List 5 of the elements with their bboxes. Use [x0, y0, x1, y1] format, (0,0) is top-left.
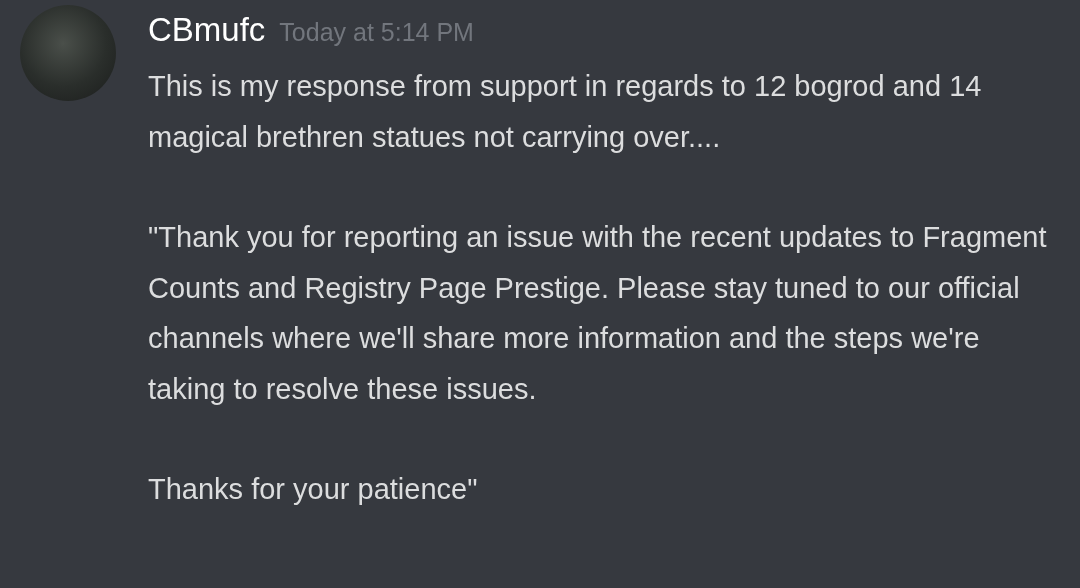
author-name[interactable]: CBmufc: [148, 11, 266, 49]
message-timestamp: Today at 5:14 PM: [279, 18, 474, 47]
message-paragraph: This is my response from support in regards to 12 bogrod and 14 magical brethren statues not carrying over....: [148, 69, 983, 155]
message-paragraph: "Thank you for reporting an issue with the recent updates to Fragment Counts and Registry Page Prestige. Please stay tuned to our official channels where we'll share more information and the steps we're taking to resolve these issues.: [148, 220, 1048, 407]
message-paragraph: Thanks for your patience": [148, 472, 479, 507]
